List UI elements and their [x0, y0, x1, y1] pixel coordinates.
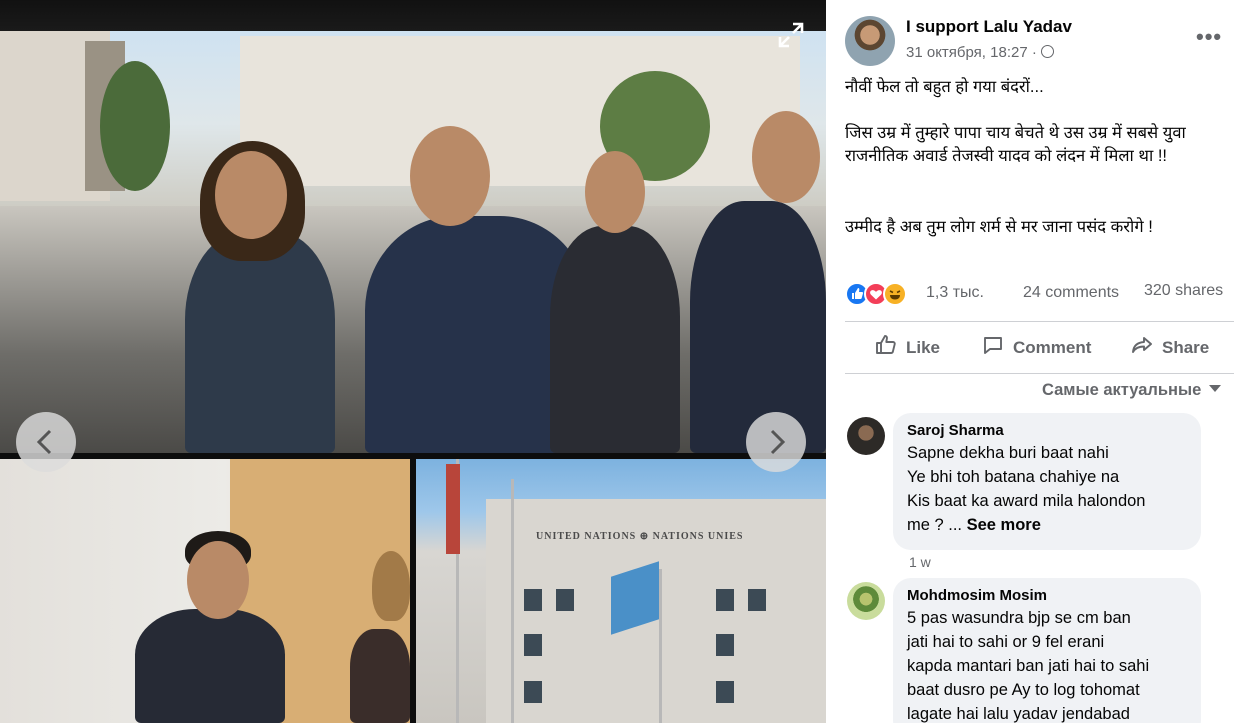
building-background — [240, 36, 800, 186]
window — [524, 589, 542, 611]
like-label: Like — [906, 338, 941, 357]
sort-label: Самые актуальные — [1042, 381, 1202, 399]
comment-icon — [984, 337, 1002, 354]
reaction-count[interactable]: 1,3 тыс. — [926, 284, 984, 302]
face — [410, 126, 490, 226]
expand-icon[interactable] — [774, 20, 808, 54]
face — [585, 151, 645, 233]
person-woman-partial — [350, 629, 410, 723]
window — [524, 681, 542, 703]
person-woman — [185, 231, 335, 453]
flag-pole — [659, 569, 662, 723]
comment-line-last: me ? ... See more — [907, 513, 1187, 537]
window — [748, 589, 766, 611]
comment-bubble: Mohdmosim Mosim 5 pas wasundra bjp se cm… — [893, 578, 1201, 723]
viewer-top-strip — [0, 0, 826, 31]
comment-line: Ye bhi toh batana chahiye na — [907, 468, 1120, 486]
haha-reaction-icon — [883, 282, 907, 306]
comment-line: 5 pas wasundra bjp se cm ban — [907, 609, 1131, 627]
previous-photo-button[interactable] — [16, 412, 76, 472]
comment-line: jati hai to sahi or 9 fel erani — [907, 633, 1105, 651]
post-text-line-2: जिस उम्र में तुम्हारे पापा चाय बेचते थे … — [845, 124, 1186, 165]
comment-line: kapda mantari ban jati hai to sahi — [907, 657, 1150, 675]
window — [524, 634, 542, 656]
share-button[interactable]: Share — [1130, 333, 1209, 363]
post-photo-main[interactable] — [0, 31, 826, 453]
comment-count[interactable]: 24 comments — [1023, 284, 1119, 302]
post-text-line-1: नौवीं फेल तो बहुत हो गया बंदरों... — [845, 78, 1044, 96]
page-name[interactable]: I support Lalu Yadav — [906, 17, 1072, 37]
more-options-icon[interactable]: ••• — [1196, 24, 1222, 50]
person-man-suit — [135, 609, 285, 723]
commenter-avatar[interactable] — [847, 417, 885, 455]
share-count[interactable]: 320 shares — [1144, 282, 1223, 300]
window — [556, 589, 574, 611]
comment-button[interactable]: Comment — [981, 333, 1091, 363]
flag-pole — [511, 479, 514, 723]
thumbs-up-icon — [876, 335, 896, 354]
share-icon — [1132, 337, 1152, 353]
page-avatar[interactable] — [845, 16, 895, 66]
comment-item: Mohdmosim Mosim 5 pas wasundra bjp se cm… — [845, 578, 1235, 723]
window — [716, 681, 734, 703]
comment-line: lagate hai lalu yadav jendabad — [907, 705, 1130, 723]
comment-author[interactable]: Saroj Sharma — [907, 422, 1187, 439]
comment-label: Comment — [1013, 338, 1092, 357]
chevron-right-icon — [770, 429, 786, 455]
globe-icon — [1040, 45, 1054, 58]
comment-line: Sapne dekha buri baat nahi — [907, 444, 1109, 462]
face — [187, 541, 249, 619]
face — [215, 151, 287, 239]
person-man — [550, 226, 680, 453]
caret-down-icon — [1209, 385, 1222, 392]
comment-sort-dropdown[interactable]: Самые актуальные — [1042, 381, 1222, 400]
timestamp-text: 31 октября, 18:27 · — [906, 44, 1037, 61]
see-more-link[interactable]: See more — [967, 516, 1041, 534]
comment-bubble: Saroj Sharma Sapne dekha buri baat nahi … — [893, 413, 1201, 550]
media-viewer: UNITED NATIONS ⊕ NATIONS UNIES — [0, 0, 826, 723]
window — [716, 634, 734, 656]
flag-red — [446, 464, 460, 554]
post-photo-bottom-right[interactable]: UNITED NATIONS ⊕ NATIONS UNIES — [416, 459, 826, 723]
comment-line: Kis baat ka award mila halondon — [907, 492, 1146, 510]
reaction-icons[interactable] — [845, 282, 925, 306]
post-panel: I support Lalu Yadav 31 октября, 18:27 ·… — [826, 0, 1239, 723]
chevron-left-icon — [36, 429, 52, 455]
comment-author[interactable]: Mohdmosim Mosim — [907, 587, 1187, 604]
comment-age[interactable]: 1 w — [909, 554, 931, 570]
tree — [100, 61, 170, 191]
commenter-avatar[interactable] — [847, 582, 885, 620]
comment-line-text: me ? ... — [907, 516, 967, 534]
un-sign-text: UNITED NATIONS ⊕ NATIONS UNIES — [536, 531, 744, 542]
hair — [372, 551, 410, 621]
window — [716, 589, 734, 611]
post-text-line-3: उम्मीद है अब तुम लोग शर्म से मर जाना पसं… — [845, 218, 1153, 236]
comment-line: baat dusro pe Ay to log tohomat — [907, 681, 1140, 699]
share-label: Share — [1162, 338, 1210, 357]
divider — [845, 321, 1234, 322]
post-photo-bottom-left[interactable] — [0, 459, 410, 723]
comment-item: Saroj Sharma Sapne dekha buri baat nahi … — [845, 413, 1235, 573]
face — [752, 111, 820, 203]
like-button[interactable]: Like — [874, 333, 940, 363]
divider — [845, 373, 1234, 374]
post-timestamp[interactable]: 31 октября, 18:27 · — [906, 44, 1054, 61]
next-photo-button[interactable] — [746, 412, 806, 472]
